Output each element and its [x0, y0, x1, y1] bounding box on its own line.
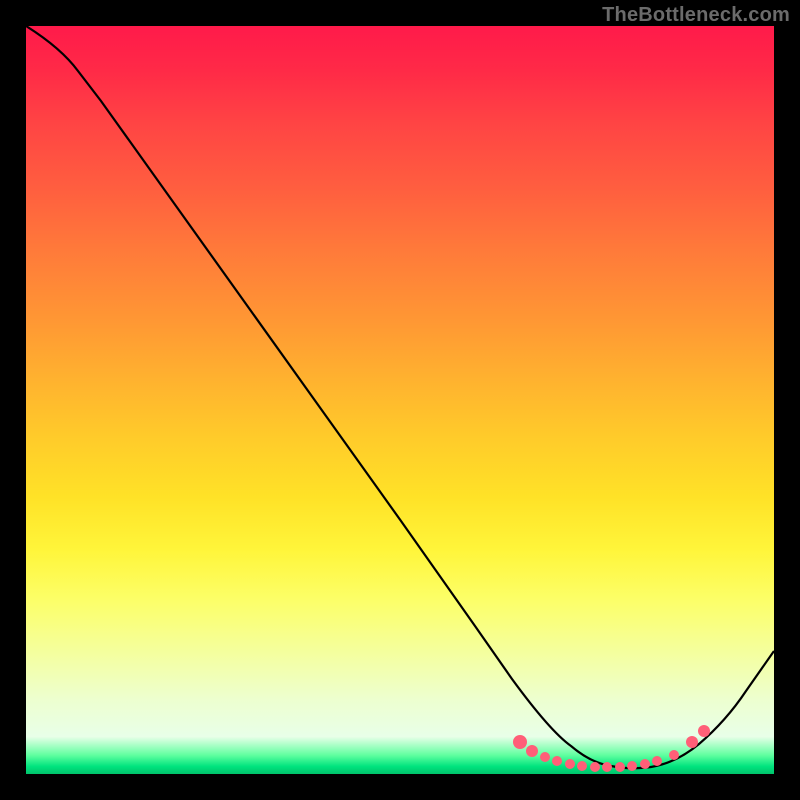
optimal-range-markers	[513, 725, 710, 772]
curve-svg	[26, 26, 774, 774]
chart-frame: TheBottleneck.com	[0, 0, 800, 800]
bottleneck-curve	[26, 26, 774, 768]
gradient-plot-area	[26, 26, 774, 774]
watermark-text: TheBottleneck.com	[602, 4, 790, 27]
